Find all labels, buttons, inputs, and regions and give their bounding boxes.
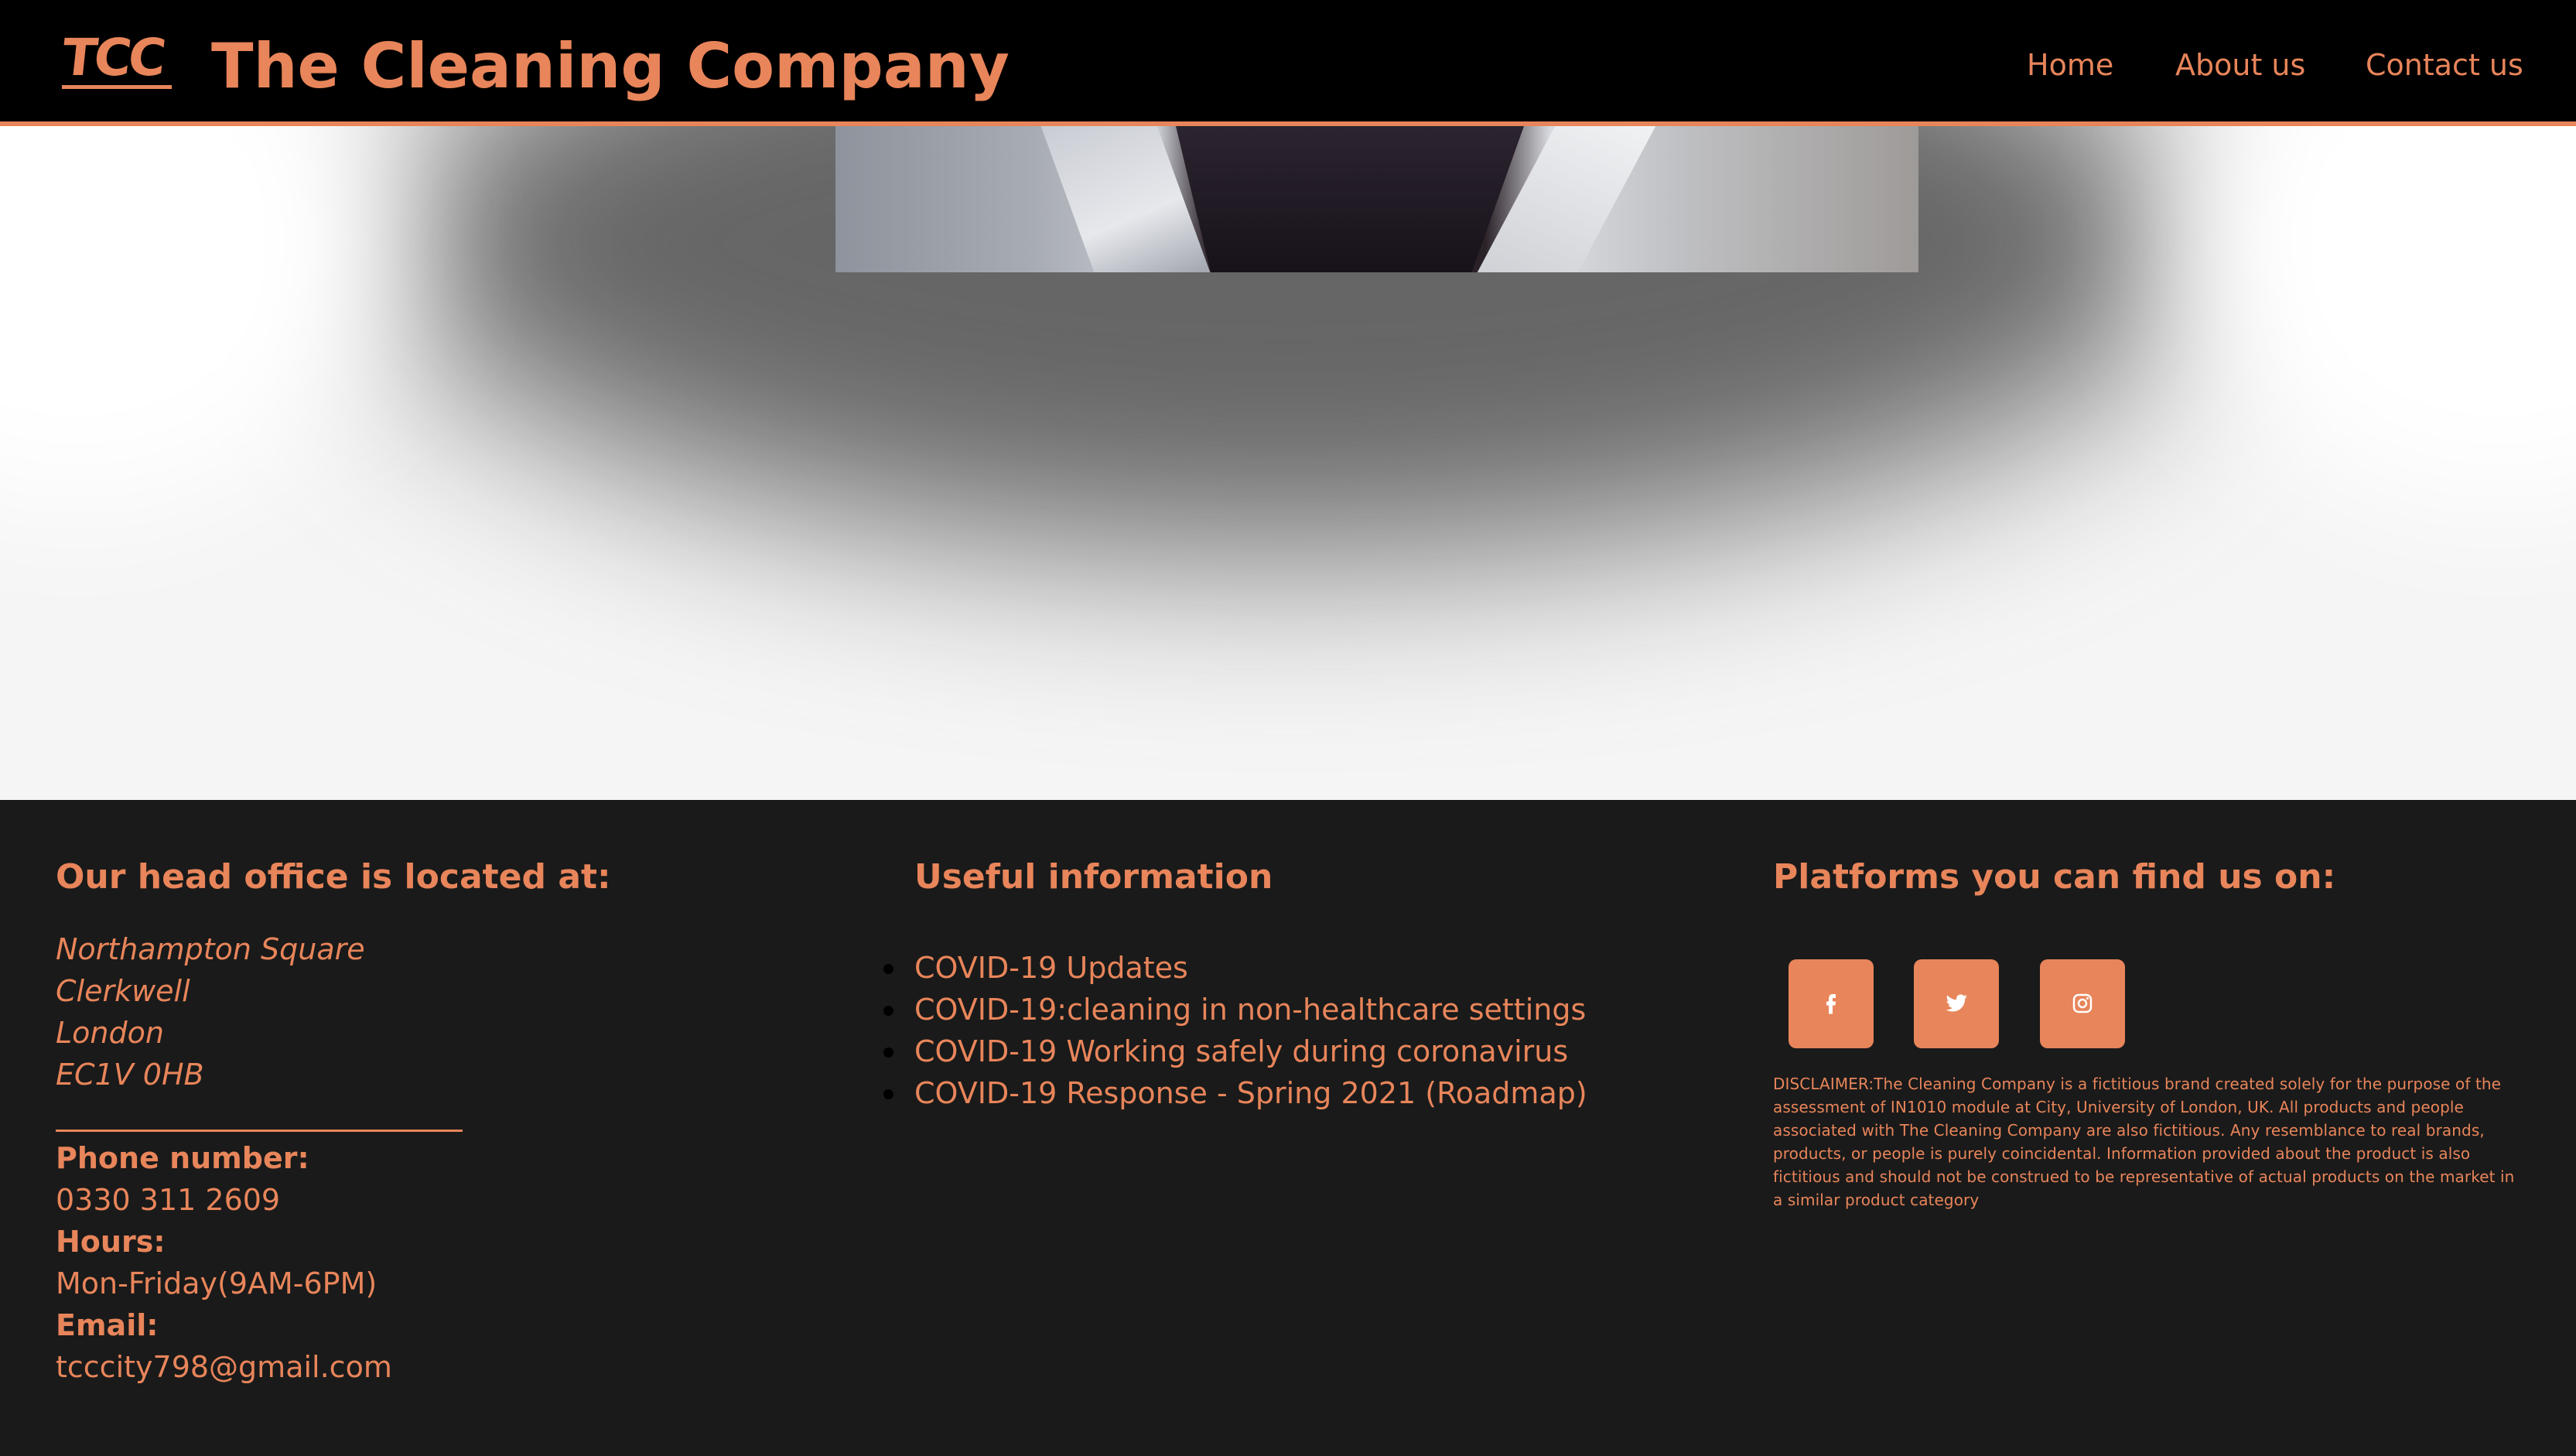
- logo[interactable]: TCC: [59, 28, 166, 91]
- address-divider: [56, 1130, 463, 1132]
- instagram-icon: [2072, 993, 2093, 1013]
- platforms-heading: Platforms you can find us on:: [1773, 857, 2336, 897]
- address-line: Northampton Square: [56, 932, 365, 966]
- facebook-button[interactable]: [1789, 959, 1874, 1048]
- hero-section: [0, 126, 2576, 800]
- office-address: Northampton Square Clerkwell London EC1V…: [56, 928, 365, 1095]
- useful-info-heading: Useful information: [914, 857, 1273, 897]
- nav-home[interactable]: Home: [2027, 45, 2113, 85]
- hero-glow-right: [2189, 126, 2576, 513]
- email-label: Email:: [56, 1308, 159, 1342]
- site-footer: Our head office is located at: Northampt…: [0, 800, 2576, 1456]
- site-header: TCC The Cleaning Company Home About us C…: [0, 0, 2576, 126]
- disclaimer-text: DISCLAIMER:The Cleaning Company is a fic…: [1773, 1075, 2515, 1209]
- twitter-icon: [1946, 994, 1967, 1012]
- info-link-roadmap[interactable]: COVID-19 Response - Spring 2021 (Roadmap…: [883, 1072, 1587, 1114]
- address-line: Clerkwell: [56, 974, 190, 1008]
- info-link-working-safely[interactable]: COVID-19 Working safely during coronavir…: [883, 1030, 1587, 1072]
- hours-value: Mon-Friday(9AM-6PM): [56, 1266, 378, 1300]
- contact-details: Phone number: 0330 311 2609 Hours: Mon-F…: [56, 1137, 392, 1388]
- facebook-icon: [1826, 994, 1836, 1014]
- photo-fold-dark: [1176, 126, 1524, 272]
- info-link-cleaning-settings[interactable]: COVID-19:cleaning in non-healthcare sett…: [883, 989, 1587, 1030]
- logo-underline: [62, 85, 172, 89]
- nav-about-us[interactable]: About us: [2175, 45, 2305, 85]
- nav-contact-us[interactable]: Contact us: [2366, 45, 2523, 85]
- hero-glow-left: [0, 126, 387, 513]
- phone-number: 0330 311 2609: [56, 1183, 281, 1217]
- useful-info-list: COVID-19 Updates COVID-19:cleaning in no…: [883, 947, 1587, 1114]
- address-line: EC1V 0HB: [56, 1058, 204, 1092]
- email-address: tcccity798@gmail.com: [56, 1350, 392, 1384]
- hero-photo: [835, 126, 1918, 272]
- info-link-covid-updates[interactable]: COVID-19 Updates: [883, 947, 1587, 989]
- phone-label: Phone number:: [56, 1141, 309, 1175]
- hours-label: Hours:: [56, 1225, 166, 1259]
- instagram-button[interactable]: [2040, 959, 2125, 1048]
- brand-title: The Cleaning Company: [211, 30, 1010, 102]
- address-line: London: [56, 1016, 164, 1050]
- twitter-button[interactable]: [1914, 959, 1999, 1048]
- office-heading: Our head office is located at:: [56, 857, 611, 897]
